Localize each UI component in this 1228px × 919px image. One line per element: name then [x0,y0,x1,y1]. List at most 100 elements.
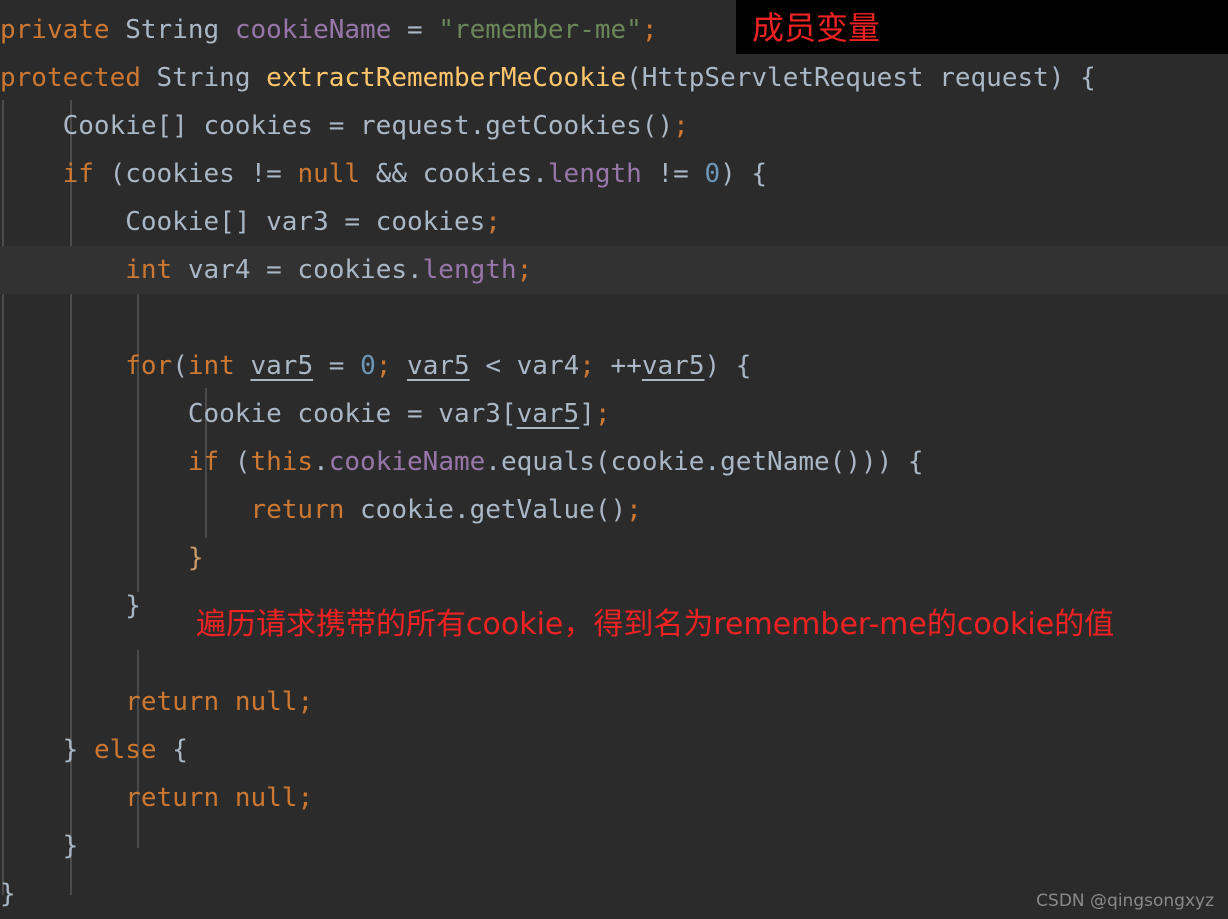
code-token: "remember-me" [438,15,642,45]
code-line[interactable]: } [0,822,1228,870]
code-line[interactable]: Cookie[] var3 = cookies; [0,198,1228,246]
code-token: ) { [720,159,768,189]
code-token: } [0,543,204,573]
code-token: protected [0,63,141,93]
code-token: ; [297,687,314,717]
code-token: String [156,63,251,93]
code-token: for [125,351,173,381]
code-token: null [234,783,298,813]
code-token: var5 [407,351,470,381]
code-token: . [313,447,329,477]
annotation-loop-description: 遍历请求携带的所有cookie，得到名为remember-me的cookie的值 [196,607,1115,642]
csdn-watermark: CSDN @qingsongxyz [1036,891,1214,911]
code-token: int [187,351,235,381]
code-token: ; [626,495,642,525]
code-line[interactable]: } [0,534,1228,582]
code-token: 0 [360,351,376,381]
code-token: length [547,159,642,189]
code-token: ; [579,351,595,381]
code-token: } [0,879,16,909]
code-token: .equals(cookie.getName())) { [485,447,924,477]
code-token: return [125,783,220,813]
code-token: ; [375,351,392,381]
code-line[interactable]: return cookie.getValue(); [0,486,1228,534]
code-token: ( [172,351,188,381]
code-token: Cookie cookie = var3[ [0,399,517,429]
code-line[interactable]: if (cookies != null && cookies.length !=… [0,150,1228,198]
code-token: { [156,735,188,765]
code-line[interactable]: } else { [0,726,1228,774]
code-line[interactable]: Cookie[] cookies = request.getCookies(); [0,102,1228,150]
code-token: if [187,447,220,477]
code-token: Cookie[] var3 = cookies [0,207,486,237]
code-token: return [250,495,345,525]
code-token: extractRememberMeCookie [266,63,627,93]
code-token: ; [641,15,658,45]
annotation-member-variable: 成员变量 [752,9,881,47]
code-token: this [250,447,314,477]
code-token: var4 = cookies. [172,255,423,285]
code-token: var5 [250,351,314,381]
code-token: ) { [704,351,752,381]
code-token: ; [673,111,689,141]
code-token: ; [297,783,314,813]
code-token: var5 [516,399,580,429]
code-token: ; [516,255,533,285]
code-token: null [297,159,361,189]
code-token: cookieName [234,15,392,45]
code-line[interactable]: Cookie cookie = var3[var5]; [0,390,1228,438]
code-token: } [0,591,141,621]
code-token: String [125,15,220,45]
code-line[interactable]: protected String extractRememberMeCookie… [0,54,1228,102]
code-token: (cookies != [93,159,298,189]
code-token: else [93,735,157,765]
code-token: private [0,15,110,45]
code-token: && cookies. [360,159,548,189]
code-token: ] [579,399,595,429]
code-line[interactable]: private String cookieName = "remember-me… [0,6,1228,54]
code-line[interactable]: for(int var5 = 0; var5 < var4; ++var5) { [0,342,1228,390]
code-token: ++ [594,351,642,381]
code-token: int [125,255,173,285]
code-token: < var4 [469,351,580,381]
code-token: } [0,735,79,765]
code-token: = [313,351,361,381]
code-token: = [391,15,439,45]
code-token: Cookie[] cookies = request.getCookies() [0,111,674,141]
code-token: cookieName [328,447,486,477]
code-token: ; [485,207,501,237]
code-editor-canvas: private String cookieName = "remember-me… [0,0,1228,919]
code-token: var5 [641,351,705,381]
code-token: (HttpServletRequest request) { [626,63,1096,93]
code-token: ; [594,399,611,429]
code-line[interactable]: int var4 = cookies.length; [0,246,1228,294]
code-line[interactable]: return null; [0,678,1228,726]
code-token: != [641,159,705,189]
code-line[interactable]: return null; [0,774,1228,822]
code-token: length [422,255,517,285]
code-token: 0 [704,159,721,189]
code-line[interactable] [0,294,1228,342]
code-token: return [125,687,220,717]
code-line[interactable]: if (this.cookieName.equals(cookie.getNam… [0,438,1228,486]
code-token: } [0,831,79,861]
code-token: null [234,687,298,717]
code-token: cookie.getValue() [344,495,627,525]
code-token: if [62,159,94,189]
